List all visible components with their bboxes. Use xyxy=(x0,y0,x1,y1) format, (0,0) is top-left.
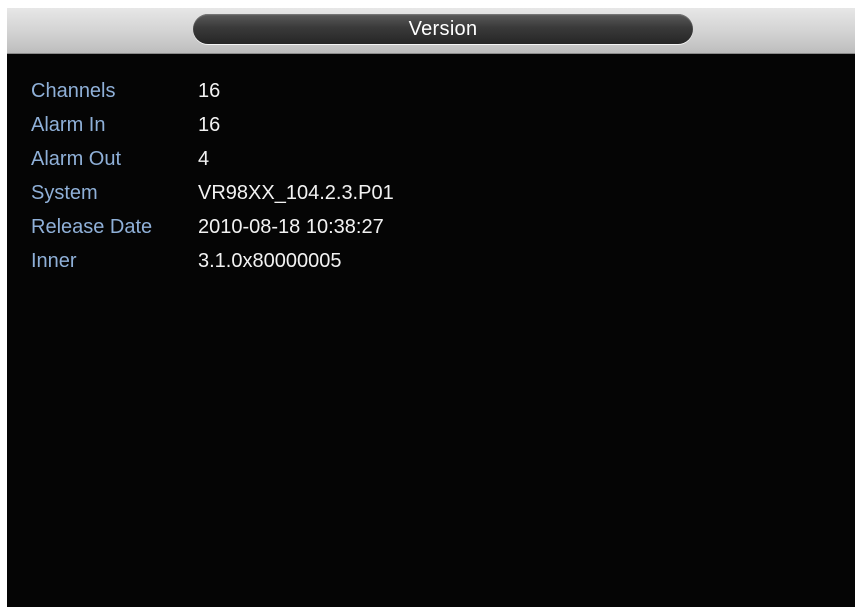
alarm-out-label: Alarm Out xyxy=(31,147,122,170)
system-value: VR98XX_104.2.3.P01 xyxy=(198,181,394,204)
info-row-release-date: Release Date 2010-08-18 10:38:27 xyxy=(31,210,394,244)
release-date-value: 2010-08-18 10:38:27 xyxy=(198,215,384,238)
alarm-in-value: 16 xyxy=(198,113,221,136)
info-row-inner: Inner 3.1.0x80000005 xyxy=(31,244,394,278)
channels-value: 16 xyxy=(198,79,221,102)
info-row-alarm-in: Alarm In 16 xyxy=(31,108,394,142)
system-label: System xyxy=(31,181,98,204)
inner-label: Inner xyxy=(31,249,77,272)
title-bar: Version xyxy=(7,8,855,54)
dialog-title: Version xyxy=(408,17,478,40)
version-dialog: Version Channels 16 Alarm In 16 Alarm Ou… xyxy=(7,8,855,607)
info-row-system: System VR98XX_104.2.3.P01 xyxy=(31,176,394,210)
title-pill: Version xyxy=(193,14,693,44)
release-date-label: Release Date xyxy=(31,215,153,238)
alarm-out-value: 4 xyxy=(198,147,210,170)
info-row-alarm-out: Alarm Out 4 xyxy=(31,142,394,176)
info-row-channels: Channels 16 xyxy=(31,74,394,108)
alarm-in-label: Alarm In xyxy=(31,113,106,136)
inner-value: 3.1.0x80000005 xyxy=(198,249,342,272)
version-info-list: Channels 16 Alarm In 16 Alarm Out 4 Syst… xyxy=(31,74,394,278)
channels-label: Channels xyxy=(31,79,116,102)
